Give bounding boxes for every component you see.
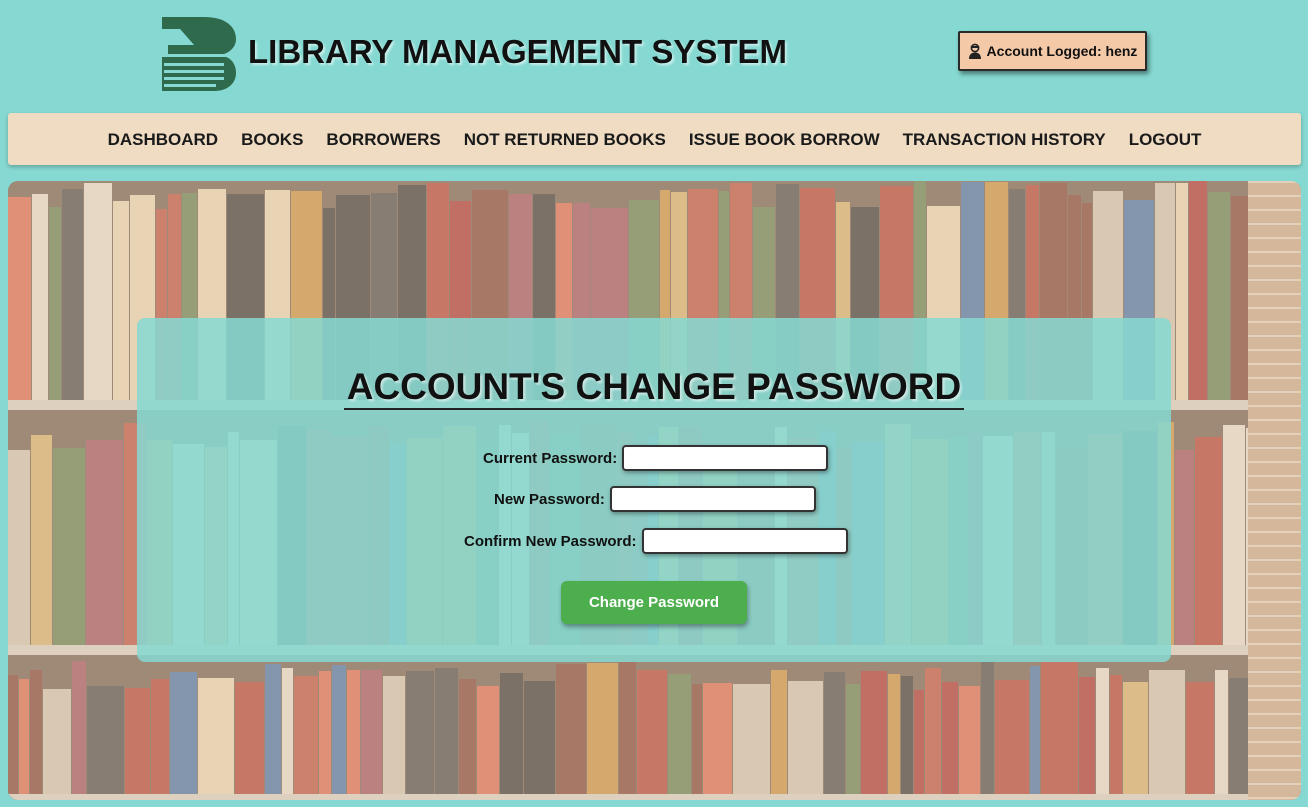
main-nav: DASHBOARD BOOKS BORROWERS NOT RETURNED B… — [8, 113, 1301, 165]
nav-issue-book-borrow[interactable]: ISSUE BOOK BORROW — [689, 130, 880, 150]
account-text: Account Logged: henz — [986, 43, 1138, 59]
user-icon — [968, 43, 981, 59]
new-password-row: New Password: — [494, 486, 816, 512]
title-underline — [344, 408, 964, 410]
current-password-label: Current Password: — [483, 449, 618, 467]
change-password-button[interactable]: Change Password — [561, 581, 747, 624]
account-badge: Account Logged: henz — [958, 31, 1147, 71]
book-logo-icon — [162, 17, 236, 91]
nav-dashboard[interactable]: DASHBOARD — [108, 130, 219, 150]
current-password-row: Current Password: — [483, 445, 829, 471]
form-title: ACCOUNT'S CHANGE PASSWORD — [346, 366, 962, 407]
new-password-label: New Password: — [494, 490, 605, 508]
confirm-password-row: Confirm New Password: — [464, 528, 848, 554]
header: LIBRARY MANAGEMENT SYSTEM Account Logged… — [0, 0, 1308, 112]
confirm-password-input[interactable] — [641, 528, 848, 554]
nav-logout[interactable]: LOGOUT — [1129, 130, 1202, 150]
change-password-card: ACCOUNT'S CHANGE PASSWORD Current Passwo… — [137, 318, 1171, 662]
site-title: LIBRARY MANAGEMENT SYSTEM — [248, 33, 788, 70]
nav-borrowers[interactable]: BORROWERS — [326, 130, 440, 150]
new-password-input[interactable] — [609, 486, 816, 512]
confirm-password-label: Confirm New Password: — [464, 532, 637, 550]
nav-books[interactable]: BOOKS — [241, 130, 303, 150]
nav-transaction-history[interactable]: TRANSACTION HISTORY — [903, 130, 1106, 150]
current-password-input[interactable] — [622, 445, 829, 471]
nav-not-returned-books[interactable]: NOT RETURNED BOOKS — [464, 130, 666, 150]
